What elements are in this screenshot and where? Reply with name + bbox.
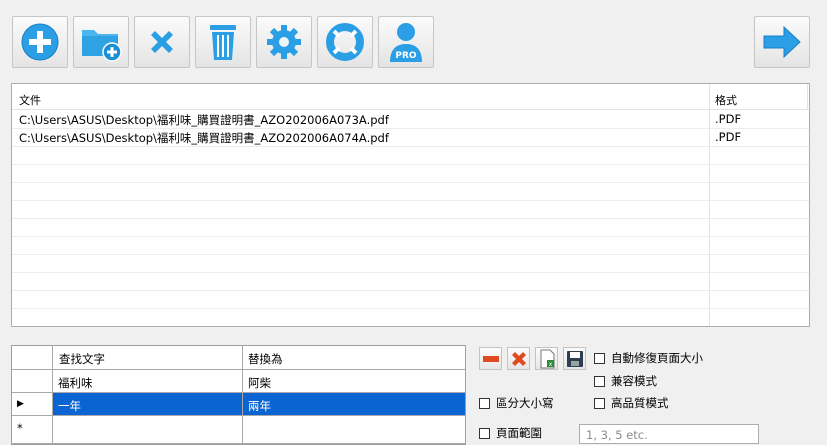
checkbox-label: 自動修復頁面大小 — [611, 351, 703, 365]
svg-text:x: x — [548, 361, 552, 368]
plus-circle-icon — [21, 23, 59, 61]
red-x-icon — [511, 351, 526, 366]
grid-corner — [12, 346, 53, 370]
case-sensitive-checkbox[interactable]: 區分大小寫 — [479, 395, 554, 411]
empty-row — [12, 254, 809, 273]
lifebuoy-icon — [326, 23, 364, 61]
next-button[interactable] — [754, 16, 810, 68]
x-icon — [151, 31, 173, 53]
checkbox-label: 兼容模式 — [611, 374, 657, 388]
row-header[interactable] — [12, 370, 53, 393]
file-path: C:\Users\ASUS\Desktop\福利味_購買證明書_AZO20200… — [19, 131, 389, 145]
file-format: .PDF — [715, 130, 742, 144]
compat-mode-checkbox[interactable]: 兼容模式 — [594, 373, 657, 389]
gear-icon — [267, 25, 301, 59]
checkbox-label: 頁面範圍 — [496, 426, 542, 440]
column-divider — [807, 84, 808, 109]
file-row[interactable]: C:\Users\ASUS\Desktop\福利味_購買證明書_AZO20200… — [12, 110, 809, 129]
row-header-current[interactable]: ▶ — [12, 393, 53, 416]
trash-icon — [210, 25, 236, 60]
find-cell[interactable]: 福利味 — [53, 370, 243, 393]
checkbox-label: 高品質模式 — [611, 396, 669, 410]
arrow-right-icon — [763, 25, 801, 59]
empty-row — [12, 164, 809, 183]
excel-file-icon: x — [540, 349, 554, 368]
empty-row — [12, 290, 809, 309]
replace-grid[interactable]: 查找文字 替換為 福利味 阿柴 ▶ 一年 兩年 * — [11, 345, 466, 445]
replace-cell-new[interactable] — [243, 416, 465, 444]
minus-icon — [482, 355, 499, 362]
replace-cell[interactable]: 阿柴 — [243, 370, 465, 393]
checkbox-box — [479, 427, 490, 439]
column-header-format[interactable]: 格式 — [715, 92, 737, 108]
remove-row-button[interactable] — [479, 347, 502, 370]
empty-row — [12, 236, 809, 255]
help-button[interactable] — [317, 16, 373, 68]
pro-badge: PRO — [395, 51, 417, 61]
high-quality-checkbox[interactable]: 高品質模式 — [594, 395, 669, 411]
column-header-file[interactable]: 文件 — [19, 92, 41, 108]
checkbox-box — [594, 352, 605, 364]
remove-button[interactable] — [134, 16, 190, 68]
file-path: C:\Users\ASUS\Desktop\福利味_購買證明書_AZO20200… — [19, 113, 389, 127]
empty-row — [12, 200, 809, 219]
add-file-button[interactable] — [12, 16, 68, 68]
floppy-disk-icon — [566, 350, 583, 367]
pro-button[interactable]: PRO — [378, 16, 434, 68]
page-range-checkbox[interactable]: 頁面範圍 — [479, 425, 542, 441]
checkbox-label: 區分大小寫 — [496, 396, 554, 410]
checkbox-box — [594, 397, 605, 409]
delete-row-button[interactable] — [507, 347, 530, 370]
file-list[interactable]: 文件 格式 C:\Users\ASUS\Desktop\福利味_購買證明書_AZ… — [11, 83, 810, 327]
page-range-input[interactable]: 1, 3, 5 etc. — [579, 424, 759, 444]
empty-row — [12, 146, 809, 165]
clear-button[interactable] — [195, 16, 251, 68]
find-cell-new[interactable] — [53, 416, 243, 444]
column-header-replace-label: 替換為 — [248, 352, 283, 366]
column-header-replace[interactable]: 替換為 — [243, 346, 465, 370]
empty-row — [12, 182, 809, 201]
checkbox-box — [479, 397, 490, 409]
file-row[interactable]: C:\Users\ASUS\Desktop\福利味_購買證明書_AZO20200… — [12, 128, 809, 147]
column-header-find[interactable]: 查找文字 — [53, 346, 243, 370]
file-format: .PDF — [715, 112, 742, 126]
settings-button[interactable] — [256, 16, 312, 68]
checkbox-box — [594, 375, 605, 387]
empty-row — [12, 218, 809, 237]
add-folder-button[interactable] — [73, 16, 129, 68]
row-header-new[interactable]: * — [12, 416, 53, 444]
empty-row — [12, 272, 809, 291]
user-pro-icon: PRO — [390, 23, 422, 62]
save-button[interactable] — [563, 347, 586, 370]
auto-fix-page-size-checkbox[interactable]: 自動修復頁面大小 — [594, 350, 703, 366]
import-button[interactable]: x — [535, 347, 558, 370]
folder-plus-icon — [82, 30, 122, 62]
replace-cell-selected[interactable]: 兩年 — [243, 393, 465, 416]
find-cell-selected[interactable]: 一年 — [53, 393, 243, 416]
column-header-find-label: 查找文字 — [59, 352, 105, 366]
file-list-header: 文件 格式 — [12, 84, 809, 110]
